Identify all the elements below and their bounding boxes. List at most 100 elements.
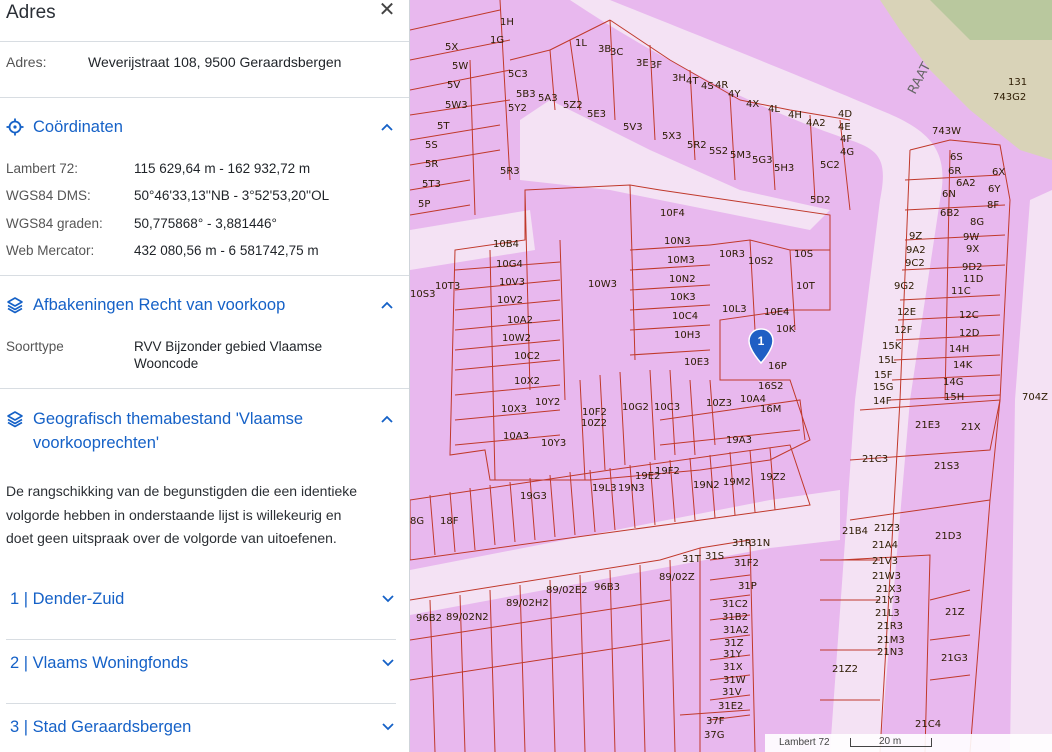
- parcel-label: 10E4: [764, 307, 789, 318]
- coord-value-web-mercator: 432 080,56 m - 6 581742,75 m: [134, 243, 319, 258]
- parcel-label: 10H3: [674, 330, 701, 341]
- parcel-label: 21X: [961, 422, 981, 433]
- parcel-label: 5D2: [810, 195, 830, 206]
- parcel-label: 11C: [951, 286, 971, 297]
- section-geo-header[interactable]: Geografisch themabestand 'Vlaamse voorko…: [0, 404, 409, 458]
- parcel-label: 5R2: [687, 140, 707, 151]
- map-view[interactable]: RAAT 1H 1G 1L 3B 3C 3E 3F 3H 4T 4S 4R 4Y 4X 4L 4H 4A2 4D…: [410, 0, 1052, 752]
- parcel-label: 5X3: [662, 131, 682, 142]
- parcel-label: 5V3: [623, 122, 643, 133]
- section-coordinates-header[interactable]: Coördinaten: [0, 112, 409, 142]
- parcel-label: 21L3: [875, 608, 900, 619]
- ranking-note-line: De rangschikking van de begunstigden die…: [6, 483, 358, 499]
- parcel-label: 10A4: [740, 394, 766, 405]
- divider: [0, 388, 409, 389]
- parcel-label: 21A4: [872, 540, 898, 551]
- parcel-label: 10Z3: [706, 398, 732, 409]
- parcel-label: 19F2: [655, 466, 680, 477]
- parcel-label: 9Z: [909, 231, 922, 242]
- parcel-label: 31S: [705, 551, 724, 562]
- parcel-label: 31V: [722, 687, 742, 698]
- info-panel: Adres ✕ Adres: Weverijstraat 108, 9500 G…: [0, 0, 410, 752]
- parcel-label: 31N: [750, 538, 770, 549]
- parcel-label: 5C2: [820, 160, 840, 171]
- parcel-label: 31C2: [722, 599, 748, 610]
- section-coordinates-title: Coördinaten: [33, 118, 123, 136]
- beneficiary-item-3[interactable]: 3 | Stad Geraardsbergen: [6, 708, 396, 752]
- parcel-label: 4Y: [728, 89, 741, 100]
- parcel-label: 10B4: [493, 239, 519, 250]
- parcel-label: 10R3: [719, 249, 745, 260]
- parcel-label: 10F4: [660, 208, 685, 219]
- parcel-label: 4D: [838, 109, 852, 120]
- parcel-label: 31P: [738, 581, 757, 592]
- section-geo-title-line1: Geografisch themabestand 'Vlaamse: [33, 410, 304, 428]
- parcel-label: 6R: [948, 166, 961, 177]
- parcel-label: 6Y: [988, 184, 1001, 195]
- parcel-label: 89/02H2: [506, 598, 549, 609]
- scale-value: 20 m: [879, 736, 902, 747]
- section-rvv-header[interactable]: Afbakeningen Recht van voorkoop: [0, 290, 409, 320]
- parcel-label: 4A2: [806, 118, 826, 129]
- parcel-label: 10C2: [514, 351, 540, 362]
- parcel-label: 31B2: [722, 612, 748, 623]
- chevron-down-icon: [382, 595, 394, 603]
- parcel-label: 5C3: [508, 69, 528, 80]
- layers-icon: [7, 297, 23, 314]
- parcel-label: 5W: [452, 61, 468, 72]
- scale-bar: Lambert 72 20 m: [765, 734, 1052, 752]
- parcel-label: 31W: [723, 675, 746, 686]
- beneficiary-item-1[interactable]: 1 | Dender-Zuid: [6, 580, 396, 640]
- parcel-label: 31X: [723, 662, 743, 673]
- parcel-label: 743G2: [993, 92, 1026, 103]
- address-label: Adres:: [6, 54, 47, 70]
- parcel-label: 5V: [447, 80, 460, 91]
- parcel-label: 131: [1008, 77, 1027, 88]
- parcel-label: 5W3: [445, 100, 468, 111]
- parcel-label: 12D: [959, 328, 980, 339]
- parcel-label: 10Y3: [541, 438, 566, 449]
- parcel-label: 8G: [970, 217, 984, 228]
- parcel-label: 4R: [715, 80, 728, 91]
- parcel-label: 4G: [840, 147, 854, 158]
- parcel-label: 6B2: [940, 208, 960, 219]
- parcel-label: 31Y: [723, 649, 743, 660]
- parcel-label: 1H: [500, 17, 514, 28]
- scale-crs: Lambert 72: [779, 737, 830, 748]
- parcel-label: 9G2: [894, 281, 914, 292]
- parcel-label: 10X3: [501, 404, 527, 415]
- parcel-label: 89/02N2: [446, 612, 489, 623]
- parcel-label: 10S3: [410, 289, 435, 300]
- rvv-value-line2: Wooncode: [134, 356, 199, 371]
- parcel-label: 8G: [410, 516, 424, 527]
- parcel-label: 9W: [963, 232, 979, 243]
- parcel-label: 18F: [440, 516, 459, 527]
- chevron-up-icon: [381, 415, 393, 423]
- parcel-label: 10A3: [503, 431, 529, 442]
- location-marker-icon[interactable]: 1: [748, 328, 774, 364]
- ranking-note: De rangschikking van de begunstigden die…: [6, 480, 398, 551]
- parcel-label: 21X3: [876, 584, 902, 595]
- close-icon[interactable]: ✕: [376, 0, 398, 22]
- parcel-label: 743W: [932, 126, 961, 137]
- parcel-label: 5X: [445, 42, 458, 53]
- parcel-label: 4F: [840, 134, 852, 145]
- parcel-label: 6N: [942, 189, 956, 200]
- parcel-label: 9C2: [905, 258, 925, 269]
- parcel-label: 6S: [950, 152, 963, 163]
- parcel-label: 4T: [686, 76, 699, 87]
- parcel-label: 89/02E2: [546, 585, 588, 596]
- divider: [0, 97, 409, 98]
- coord-label-web-mercator: Web Mercator:: [6, 243, 95, 258]
- parcel-label: 12C: [959, 310, 979, 321]
- coord-value-wgs84-dms: 50°46'33,13''NB - 3°52'53,20''OL: [134, 188, 330, 203]
- beneficiary-item-2[interactable]: 2 | Vlaams Woningfonds: [6, 644, 396, 704]
- parcel-label: 21C4: [915, 719, 941, 730]
- parcel-label: 5T: [437, 121, 450, 132]
- parcel-label: 96B2: [416, 613, 442, 624]
- map-canvas[interactable]: RAAT 1H1G 1L3B3C3E 3F3H 4T 4S 4R4Y4X 4L4H4A24D…: [410, 0, 1052, 752]
- parcel-label: 5Z2: [563, 100, 583, 111]
- parcel-label: 21S3: [934, 461, 959, 472]
- parcel-label: 10S: [794, 249, 813, 260]
- parcel-label: 5S2: [709, 146, 728, 157]
